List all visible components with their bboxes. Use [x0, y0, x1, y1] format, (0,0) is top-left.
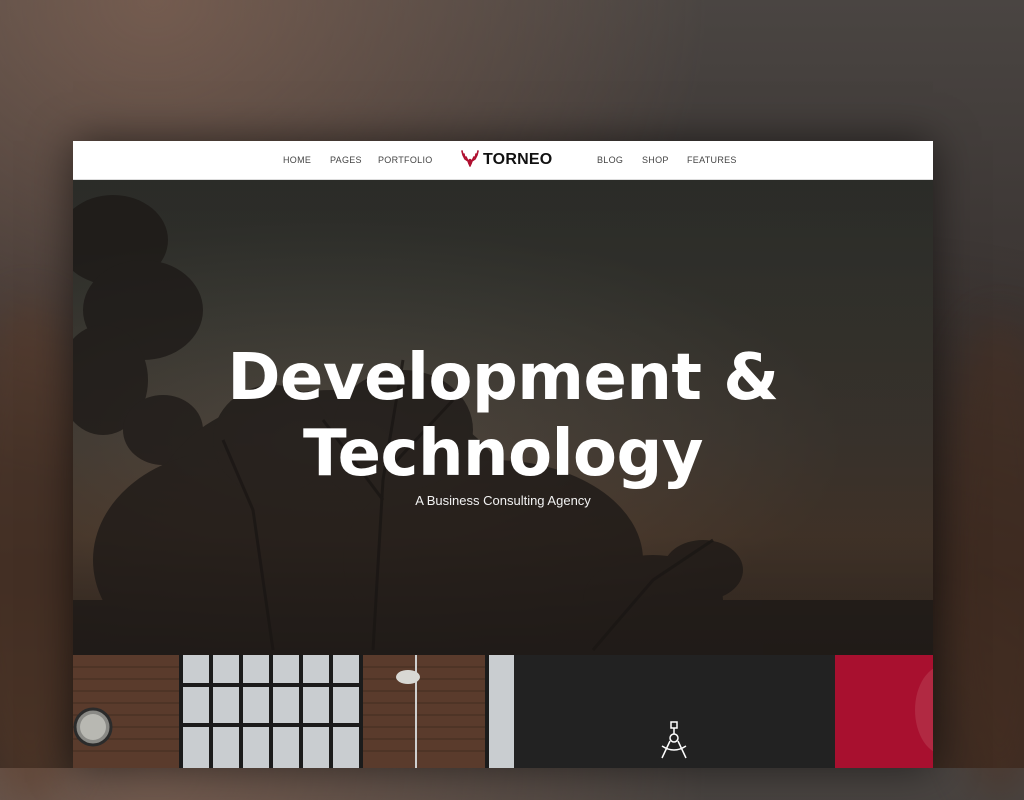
logo-text: TORNEO — [483, 151, 553, 168]
nav-item-shop[interactable]: SHOP — [642, 141, 669, 179]
loft-photo-tile[interactable] — [73, 655, 514, 768]
accent-tile-decoration — [915, 665, 933, 755]
hero-title-line-1: Development & — [227, 341, 779, 415]
hero-subtitle: A Business Consulting Agency — [415, 493, 591, 508]
deer-antlers-icon — [461, 149, 479, 172]
nav-item-features[interactable]: FEATURES — [687, 141, 737, 179]
nav-item-pages[interactable]: PAGES — [330, 141, 362, 179]
brick-loft-photo — [73, 655, 514, 768]
service-tile[interactable] — [514, 655, 835, 768]
feature-tiles — [73, 655, 933, 768]
hero-title: Development & Technology — [73, 340, 933, 492]
hero-title-line-2: Technology — [302, 417, 704, 491]
nav-item-home[interactable]: HOME — [283, 141, 311, 179]
website-mockup: HOME PAGES PORTFOLIO TORNEO BLOG SHOP FE… — [73, 141, 933, 768]
hero-section: Development & Technology A Business Cons… — [73, 180, 933, 655]
pen-tool-icon — [658, 720, 690, 768]
nav-item-portfolio[interactable]: PORTFOLIO — [378, 141, 433, 179]
top-navigation: HOME PAGES PORTFOLIO TORNEO BLOG SHOP FE… — [73, 141, 933, 180]
site-logo[interactable]: TORNEO — [461, 141, 552, 179]
accent-tile[interactable] — [835, 655, 933, 768]
nav-item-blog[interactable]: BLOG — [597, 141, 623, 179]
background-blur — [940, 320, 1024, 800]
